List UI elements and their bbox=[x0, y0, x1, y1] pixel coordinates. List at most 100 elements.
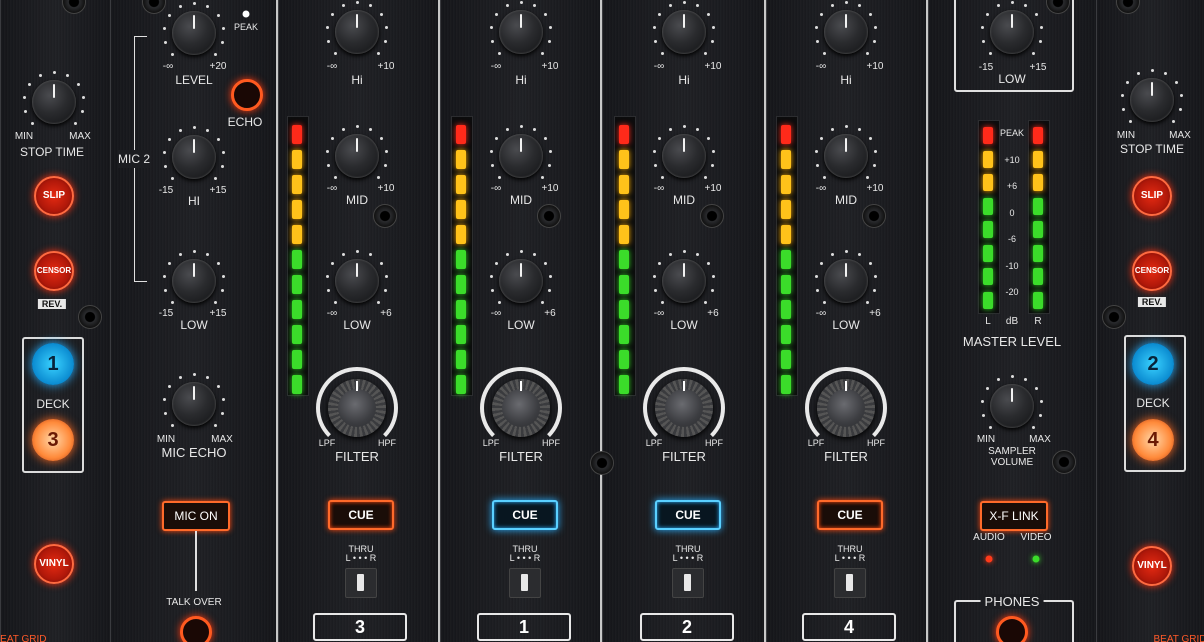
rev-label-right: REV. bbox=[1137, 297, 1167, 307]
knob-tick bbox=[178, 375, 182, 379]
knob-tick bbox=[706, 261, 710, 265]
echo-button[interactable] bbox=[231, 79, 263, 111]
meter-segment bbox=[1033, 150, 1043, 168]
hi-max-label: +10 bbox=[541, 61, 559, 72]
knob-tick bbox=[1031, 425, 1035, 429]
ch2-crossfader-assign-switch[interactable] bbox=[672, 568, 704, 598]
low-max-label: +6 bbox=[380, 308, 392, 319]
mid-max-label: +10 bbox=[541, 183, 559, 194]
master-low-knob[interactable] bbox=[990, 10, 1034, 54]
ch4-hi-knob[interactable] bbox=[824, 10, 868, 54]
stop-time-min-label: MIN bbox=[14, 131, 34, 142]
knob-tick bbox=[490, 163, 494, 167]
mic-on-button[interactable]: MIC ON bbox=[162, 501, 230, 531]
ch2-mid-knob[interactable] bbox=[662, 134, 706, 178]
knob-tick bbox=[653, 39, 657, 43]
knob-tick bbox=[222, 274, 226, 278]
knob-tick bbox=[703, 51, 707, 55]
stop-time-knob-right[interactable] bbox=[1130, 78, 1174, 122]
knob-tick bbox=[163, 164, 167, 168]
ch2-level-meter bbox=[614, 116, 636, 396]
ch4-channel-number: 4 bbox=[802, 613, 896, 641]
knob-tick bbox=[696, 3, 700, 7]
censor-button-right[interactable]: CENSOR bbox=[1132, 251, 1172, 291]
vinyl-button-left[interactable]: VINYL bbox=[34, 544, 74, 584]
video-label: VIDEO bbox=[1020, 532, 1052, 543]
knob-tick bbox=[1040, 399, 1044, 403]
ch4-mid-knob[interactable] bbox=[824, 134, 868, 178]
ch1-low-knob[interactable] bbox=[499, 259, 543, 303]
knob-tick bbox=[873, 288, 877, 292]
talk-over-button[interactable] bbox=[180, 616, 212, 642]
ch1-crossfader-assign-switch[interactable] bbox=[509, 568, 541, 598]
knob-tick bbox=[1034, 386, 1038, 390]
deck-3-button[interactable]: 3 bbox=[32, 419, 74, 461]
ch3-mid-knob[interactable] bbox=[335, 134, 379, 178]
ch4-cue-button[interactable]: CUE bbox=[817, 500, 883, 530]
ch3-crossfader-assign-switch[interactable] bbox=[345, 568, 377, 598]
mic-hi-knob[interactable] bbox=[172, 135, 216, 179]
ch2-filter-knob[interactable] bbox=[655, 379, 713, 437]
hi-min-label: -∞ bbox=[653, 61, 665, 72]
meter-segment bbox=[983, 291, 993, 309]
censor-button-left[interactable]: CENSOR bbox=[34, 251, 74, 291]
knob-tick bbox=[505, 127, 509, 131]
meter-segment bbox=[292, 300, 302, 319]
master-scale-label: -10 bbox=[1005, 260, 1019, 271]
stop-time-label-right: STOP TIME bbox=[1119, 142, 1185, 156]
master-l-label: L bbox=[985, 316, 991, 327]
vinyl-button-right[interactable]: VINYL bbox=[1132, 546, 1172, 586]
mic-level-knob[interactable] bbox=[172, 11, 216, 55]
knob-tick bbox=[1040, 25, 1044, 29]
xf-link-button[interactable]: X-F LINK bbox=[980, 501, 1048, 531]
knob-tick bbox=[712, 274, 716, 278]
knob-tick bbox=[868, 136, 872, 140]
ch1-filter-knob[interactable] bbox=[492, 379, 550, 437]
meter-segment bbox=[983, 197, 993, 215]
deck-4-button[interactable]: 4 bbox=[1132, 419, 1174, 461]
slip-button-right[interactable]: SLIP bbox=[1132, 176, 1172, 216]
ch4-filter-knob[interactable] bbox=[817, 379, 875, 437]
ch1-mid-knob[interactable] bbox=[499, 134, 543, 178]
meter-segment bbox=[456, 275, 466, 294]
sampler-volume-knob[interactable] bbox=[990, 384, 1034, 428]
knob-tick bbox=[385, 25, 389, 29]
ch1-hi-knob[interactable] bbox=[499, 10, 543, 54]
low-label: LOW bbox=[670, 318, 698, 332]
meter-segment bbox=[983, 221, 993, 238]
ch2-low-knob[interactable] bbox=[662, 259, 706, 303]
ch1-cue-button[interactable]: CUE bbox=[492, 500, 558, 530]
knob-tick bbox=[355, 249, 359, 253]
ch3-cue-button[interactable]: CUE bbox=[328, 500, 394, 530]
mic-echo-knob[interactable] bbox=[172, 382, 216, 426]
divider bbox=[438, 0, 440, 642]
ch2-cue-button[interactable]: CUE bbox=[655, 500, 721, 530]
stop-time-min-label-right: MIN bbox=[1116, 130, 1136, 141]
ch3-low-knob[interactable] bbox=[335, 259, 379, 303]
knob-tick bbox=[653, 288, 657, 292]
filter-label: FILTER bbox=[335, 449, 379, 464]
knob-tick bbox=[549, 149, 553, 153]
ch3-hi-knob[interactable] bbox=[335, 10, 379, 54]
slip-button-left[interactable]: SLIP bbox=[34, 176, 74, 216]
knob-tick bbox=[178, 252, 182, 256]
knob-tick bbox=[540, 175, 544, 179]
knob-tick bbox=[1179, 107, 1183, 111]
ch2-hi-knob[interactable] bbox=[662, 10, 706, 54]
stop-time-knob-left[interactable] bbox=[32, 80, 76, 124]
meter-segment bbox=[292, 275, 302, 294]
ch3-filter-knob[interactable] bbox=[328, 379, 386, 437]
thru-scale: L • • • R bbox=[834, 553, 866, 563]
meter-segment bbox=[619, 325, 629, 344]
video-led bbox=[1032, 555, 1040, 563]
stop-time-max-label: MAX bbox=[69, 131, 91, 142]
deck-2-button[interactable]: 2 bbox=[1132, 343, 1174, 385]
knob-tick bbox=[325, 25, 329, 29]
ch4-low-knob[interactable] bbox=[824, 259, 868, 303]
ch4-crossfader-assign-switch[interactable] bbox=[834, 568, 866, 598]
phones-cue-button[interactable] bbox=[996, 616, 1028, 642]
meter-segment bbox=[292, 175, 302, 194]
mic-low-knob[interactable] bbox=[172, 259, 216, 303]
meter-segment bbox=[619, 200, 629, 219]
deck-1-button[interactable]: 1 bbox=[32, 343, 74, 385]
